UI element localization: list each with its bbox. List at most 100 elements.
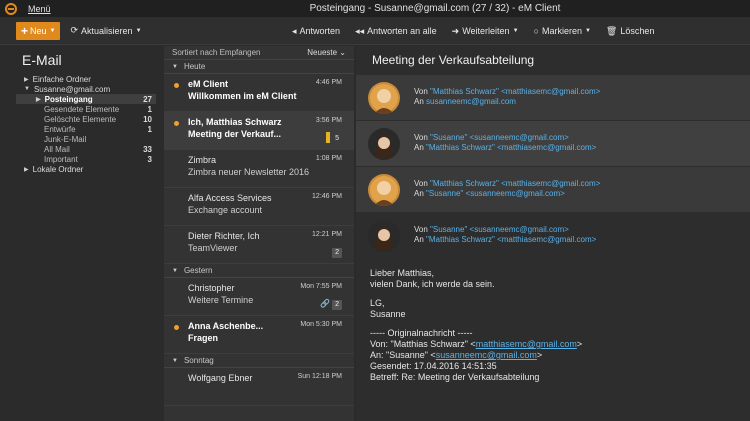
list-item[interactable]: Christopher Mon 7:55 PM Weitere Termine … [164,278,354,316]
list-item[interactable]: Dieter Richter, Ich 12:21 PM TeamViewer … [164,226,354,264]
sidebar-item-label: Gesendete Elemente [44,104,120,114]
message-time: Sun 12:18 PM [297,373,342,380]
sender-address[interactable]: "Susanne" <susanneemc@gmail.com> [430,225,569,234]
app-logo-icon [0,0,22,17]
mark-button[interactable]: ○ Markieren ▼ [534,26,591,36]
unread-count: 10 [143,114,152,124]
original-from: Von: "Matthias Schwarz" <matthiasemc@gma… [370,339,736,350]
sidebar-item-junk[interactable]: Junk-E-Mail [16,134,156,144]
chevron-down-icon: ▼ [49,27,56,34]
avatar [368,128,400,160]
recipient-address[interactable]: "Matthias Schwarz" <matthiasemc@gmail.co… [426,143,596,152]
order-selector[interactable]: Neueste ⌄ [307,48,346,57]
attachment-icon: 🔗 [320,299,330,308]
body-greeting: Lieber Matthias, [370,268,435,278]
reply-icon: ◂ [292,25,297,36]
group-label: Gestern [183,266,213,275]
sidebar-item-sent[interactable]: Gesendete Elemente 1 [16,104,156,114]
expand-icon[interactable]: ▶ [24,166,29,173]
message-actions: ◂ Antworten ◂◂ Antworten an alle ➜ Weite… [292,17,669,45]
menu-button[interactable]: Menü [28,4,51,14]
expand-icon[interactable]: ▶ [36,96,41,103]
original-to-link[interactable]: susanneemc@gmail.com [436,350,537,360]
expand-icon[interactable]: ▶ [24,76,29,83]
original-sent-date: Gesendet: 17.04.2016 14:51:35 [370,361,497,371]
sidebar-item-inbox[interactable]: ▶ Posteingang 27 [16,94,156,104]
list-item[interactable]: Wolfgang Ebner Sun 12:18 PM [164,368,354,406]
collapse-icon[interactable]: ▼ [24,86,30,92]
message-subject: Exchange account [188,205,263,215]
sidebar-item-simple-folders[interactable]: ▶ Einfache Ordner [16,74,156,84]
sidebar-item-drafts[interactable]: Entwürfe 1 [16,124,156,134]
thread-item[interactable]: Von "Matthias Schwarz" <matthiasemc@gmai… [356,74,750,120]
message-time: 12:21 PM [312,231,342,238]
sidebar-item-label: Posteingang [44,94,93,104]
sidebar-item-label: Junk-E-Mail [44,134,87,144]
sidebar-item-account[interactable]: ▼ Susanne@gmail.com [16,84,156,94]
unread-count: 1 [147,124,152,134]
collapse-icon: ▼ [172,63,178,70]
sidebar-item-label: Entwürfe [44,124,76,134]
thread-header: Von "Susanne" <susanneemc@gmail.com> An … [414,133,596,153]
list-item[interactable]: eM Client 4:46 PM Willkommen im eM Clien… [164,74,354,112]
recipient-address[interactable]: susanneemc@gmail.com [426,97,516,106]
reply-all-button[interactable]: ◂◂ Antworten an alle [355,26,437,37]
sidebar-item-local-folders[interactable]: ▶ Lokale Ordner [16,164,156,174]
sidebar-item-label: Lokale Ordner [32,164,84,174]
from-label: Von [414,133,428,142]
thread-item[interactable]: Von "Matthias Schwarz" <matthiasemc@gmai… [356,166,750,212]
delete-button[interactable]: 🗑 Löschen [606,26,654,37]
reply-button[interactable]: ◂ Antworten [292,26,340,37]
list-item[interactable]: Ich, Matthias Schwarz 3:56 PM Meeting de… [164,112,354,150]
sidebar-item-all-mail[interactable]: All Mail 33 [16,144,156,154]
thread-header: Von "Matthias Schwarz" <matthiasemc@gmai… [414,179,600,199]
sidebar-item-deleted[interactable]: Gelöschte Elemente 10 [16,114,156,124]
unread-count: 27 [143,94,152,104]
original-from-link[interactable]: matthiasemc@gmail.com [476,339,577,349]
thread-item[interactable]: Von "Susanne" <susanneemc@gmail.com> An … [356,212,750,258]
avatar [368,220,400,252]
original-to: An: "Susanne" <susanneemc@gmail.com> [370,350,736,361]
list-item[interactable]: Zimbra 1:08 PM Zimbra neuer Newsletter 2… [164,150,354,188]
thread-count-badge: 5 [335,135,339,142]
group-label: Heute [183,62,206,71]
reply-all-button-label: Antworten an alle [367,26,437,36]
refresh-button[interactable]: ⟳ Aktualisieren ▼ [70,25,141,36]
sort-selector[interactable]: Sortiert nach Empfangen [172,48,261,57]
group-header-sunday[interactable]: ▼ Sonntag [164,354,354,368]
sender-address[interactable]: "Susanne" <susanneemc@gmail.com> [430,133,569,142]
thread-item[interactable]: Von "Susanne" <susanneemc@gmail.com> An … [356,120,750,166]
thread-header: Von "Matthias Schwarz" <matthiasemc@gmai… [414,87,600,107]
forward-button[interactable]: ➜ Weiterleiten ▼ [452,26,519,37]
chevron-down-icon: ▼ [512,28,519,34]
unread-count: 3 [147,154,152,164]
from-label: Von [414,225,428,234]
body-signature: Susanne [370,309,406,319]
reply-all-icon: ◂◂ [355,25,365,36]
body-signoff: LG, [370,298,385,308]
sidebar-item-label: Einfache Ordner [32,74,91,84]
message-subject: TeamViewer [188,243,238,253]
sender-address[interactable]: "Matthias Schwarz" <matthiasemc@gmail.co… [430,87,600,96]
flag-icon[interactable] [326,132,330,143]
sidebar-item-label: Gelöschte Elemente [44,114,117,124]
new-button[interactable]: + Neu ▼ [16,21,61,40]
recipient-address[interactable]: "Susanne" <susanneemc@gmail.com> [426,189,565,198]
group-header-today[interactable]: ▼ Heute [164,60,354,74]
collapse-icon: ▼ [172,357,178,364]
sidebar-item-label: All Mail [44,144,70,154]
message-body: Lieber Matthias, vielen Dank, ich werde … [356,258,750,393]
list-item[interactable]: Anna Aschenbe... Mon 5:30 PM Fragen [164,316,354,354]
message-subject: Fragen [188,333,219,343]
delete-button-label: Löschen [620,26,655,36]
group-header-yesterday[interactable]: ▼ Gestern [164,264,354,278]
folder-sidebar: E-Mail ▶ Einfache Ordner ▼ Susanne@gmail… [16,46,156,421]
sidebar-item-important[interactable]: Important 3 [16,154,156,164]
recipient-address[interactable]: "Matthias Schwarz" <matthiasemc@gmail.co… [426,235,596,244]
sender-address[interactable]: "Matthias Schwarz" <matthiasemc@gmail.co… [430,179,600,188]
original-subject: Betreff: Re: Meeting der Verkaufsabteilu… [370,372,540,382]
body-text: vielen Dank, ich werde da sein. [370,279,495,289]
list-item[interactable]: Alfa Access Services 12:46 PM Exchange a… [164,188,354,226]
avatar [368,82,400,114]
original-message-header: ----- Originalnachricht ----- [370,328,473,338]
